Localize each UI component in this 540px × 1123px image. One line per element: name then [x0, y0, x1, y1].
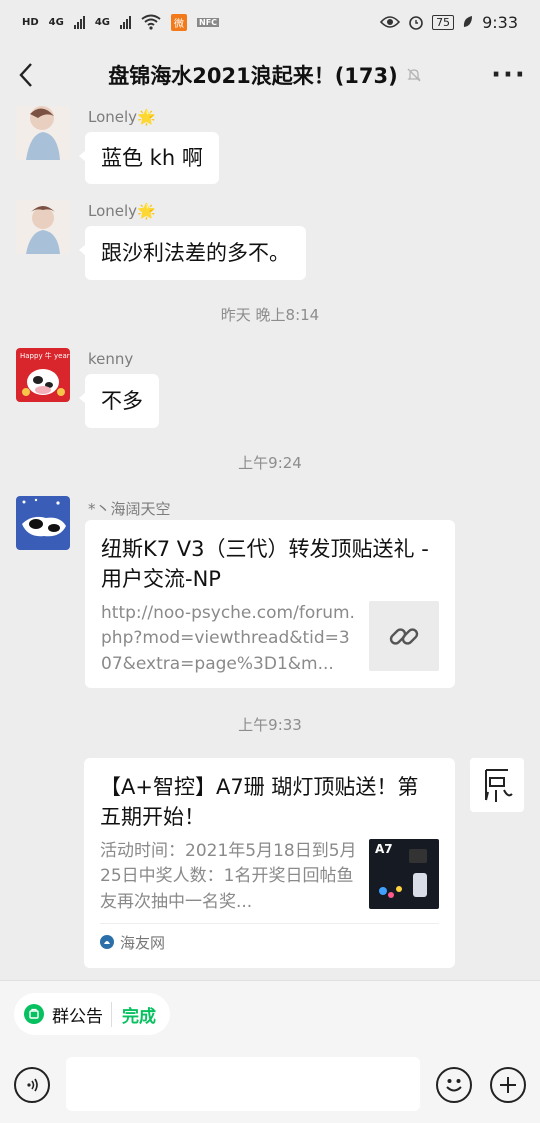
message-input[interactable] — [66, 1057, 420, 1111]
avatar[interactable] — [16, 200, 70, 254]
smiley-icon — [446, 1079, 462, 1092]
group-announcement-pill[interactable]: 群公告 完成 — [14, 993, 170, 1035]
input-area: 群公告 完成 — [0, 980, 540, 1123]
article-source: 海友网 — [100, 922, 439, 953]
article-source-name: 海友网 — [120, 933, 166, 952]
source-logo-icon — [100, 935, 114, 950]
announcement-label: 群公告 — [52, 1006, 103, 1027]
battery-indicator: 75 — [432, 14, 455, 30]
message-list[interactable]: Lonely🌟 蓝色 kh 啊 Lonely🌟 跟沙利法差的多不。 昨天 晚上8… — [0, 106, 540, 980]
emoji-button[interactable] — [436, 1067, 472, 1103]
leaf-charging-icon — [463, 16, 473, 27]
clock-time: 9:33 — [482, 12, 518, 32]
message-bubble[interactable]: 跟沙利法差的多不。 — [79, 226, 306, 280]
more-options-button[interactable]: ··· — [478, 60, 540, 90]
avatar[interactable] — [470, 758, 524, 812]
shared-article-card[interactable]: 【A+智控】A7珊 瑚灯顶贴送！第五期开始！ 活动时间：2021年5月18日到5… — [84, 758, 455, 968]
link-thumbnail — [369, 600, 439, 671]
sender-name: Lonely🌟 — [88, 108, 156, 126]
sender-name: Lonely🌟 — [88, 202, 156, 220]
avatar[interactable]: Happy 牛 year — [16, 348, 70, 402]
muted-bell-icon — [407, 68, 421, 82]
link-card-url: http://noo-psyche.com/forum.php?mod=view… — [101, 602, 355, 674]
plus-icon — [500, 1077, 516, 1093]
chat-title: 盘锦海水2021浪起来！(173) — [52, 60, 478, 90]
network-type-2: 4G — [94, 16, 111, 28]
voice-input-button[interactable] — [14, 1067, 50, 1103]
sender-name: kenny — [88, 350, 134, 368]
more-functions-button[interactable] — [490, 1067, 526, 1103]
eye-icon — [380, 16, 401, 28]
article-title: 【A+智控】A7珊 瑚灯顶贴送！第五期开始！ — [100, 775, 419, 830]
network-type: 4G — [48, 16, 64, 28]
signal-icon — [73, 15, 85, 29]
voice-icon — [27, 1078, 38, 1092]
timestamp: 昨天 晚上8:14 — [220, 306, 320, 324]
nfc-icon: NFC — [197, 17, 220, 27]
link-card-title: 纽斯K7 V3（三代）转发顶贴送礼 - 用户交流-NP — [101, 537, 429, 592]
link-card[interactable]: 纽斯K7 V3（三代）转发顶贴送礼 - 用户交流-NP http://noo-p… — [85, 520, 455, 688]
message-bubble[interactable]: 蓝色 kh 啊 — [79, 132, 219, 184]
done-button[interactable]: 完成 — [111, 1001, 156, 1027]
wifi-icon — [141, 14, 161, 30]
svg-text:Happy 牛 year: Happy 牛 year — [20, 351, 70, 360]
article-thumbnail: A7 — [369, 838, 439, 909]
chat-header: 盘锦海水2021浪起来！(173) ··· — [0, 44, 540, 106]
avatar[interactable] — [16, 106, 70, 160]
sender-name: *丶海阔天空 — [88, 500, 171, 518]
back-button[interactable] — [0, 44, 52, 106]
status-bar: HD 4G 4G 微 NFC 75 9:33 — [0, 0, 540, 44]
signal-icon-2 — [120, 15, 132, 29]
message-bubble[interactable]: 不多 — [79, 374, 159, 428]
link-icon — [389, 628, 419, 645]
chevron-left-icon — [19, 63, 32, 87]
app-notification-icon: 微 — [171, 13, 188, 31]
article-description: 活动时间：2021年5月18日到5月25日中奖人数：1名开奖日回帖鱼友再次抽中一… — [100, 840, 357, 912]
alarm-icon — [409, 16, 423, 30]
group-name: 盘锦海水2021浪起来！(173) — [108, 64, 398, 88]
avatar[interactable] — [16, 496, 70, 550]
timestamp: 上午9:33 — [238, 716, 302, 734]
announcement-icon — [24, 1004, 44, 1024]
hd-indicator: HD — [22, 16, 39, 28]
timestamp: 上午9:24 — [238, 454, 302, 472]
